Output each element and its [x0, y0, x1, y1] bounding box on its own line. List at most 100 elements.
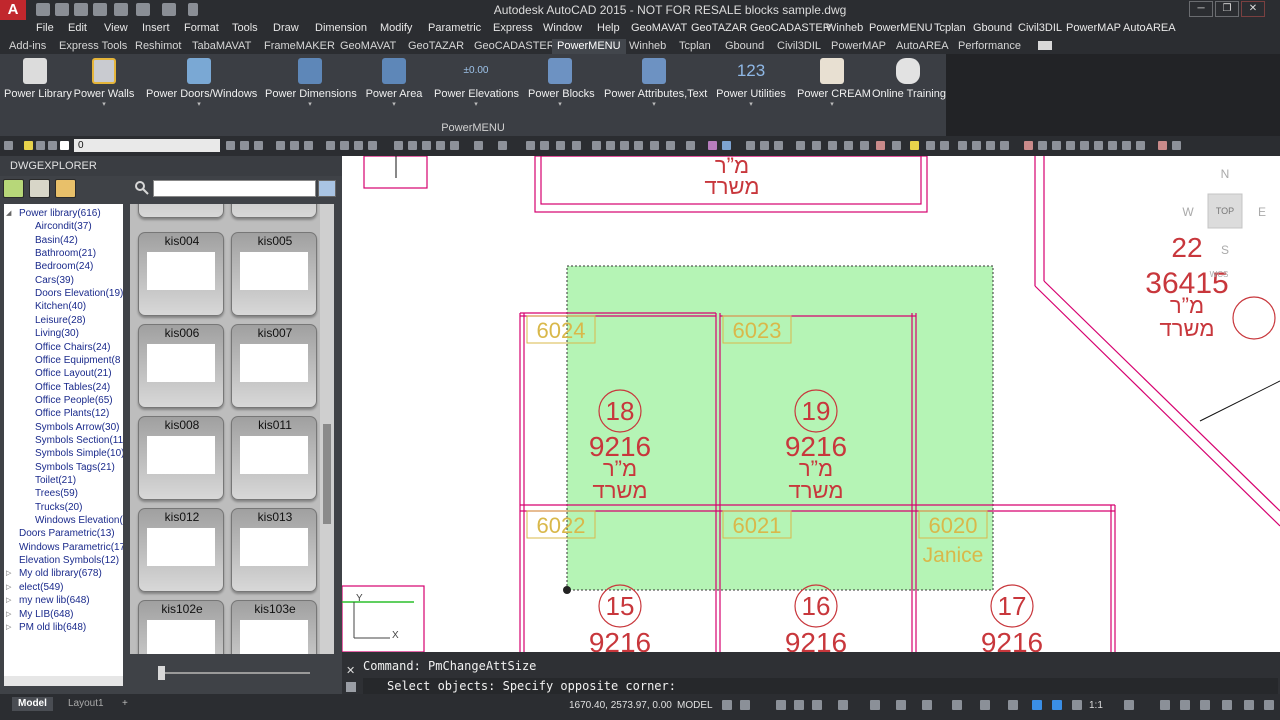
save-icon[interactable]: [74, 3, 88, 16]
block-thumbnail[interactable]: kis011: [231, 416, 317, 500]
plugin-icon[interactable]: [1108, 141, 1117, 150]
plugin-icon[interactable]: [722, 141, 731, 150]
menu-express[interactable]: Express: [493, 22, 533, 34]
ribbon-panel-title[interactable]: PowerMENU: [0, 122, 946, 134]
tree-item[interactable]: Leisure(28): [35, 314, 86, 327]
plugin-icon[interactable]: [812, 141, 821, 150]
tree-item[interactable]: Symbols Tags(21): [35, 461, 115, 474]
clean-screen-icon[interactable]: [1222, 700, 1232, 710]
add-icon[interactable]: [1160, 700, 1170, 710]
tree-item[interactable]: Living(30): [35, 327, 79, 340]
block-thumbnail[interactable]: kis004: [138, 232, 224, 316]
tree-item[interactable]: Kitchen(40): [35, 300, 86, 313]
plugin-icon[interactable]: [926, 141, 935, 150]
tree-item[interactable]: Doors Parametric(13): [19, 527, 115, 540]
tree-item[interactable]: Power library(616): [19, 207, 101, 220]
snap-icon[interactable]: [740, 700, 750, 710]
tree-item[interactable]: Windows Elevation(: [35, 514, 123, 527]
tree-item[interactable]: Trucks(20): [35, 501, 82, 514]
tree-item[interactable]: Elevation Symbols(12): [19, 554, 119, 567]
tree-item[interactable]: Office Chairs(24): [35, 341, 110, 354]
menu-draw[interactable]: Draw: [273, 22, 299, 34]
undo-icon[interactable]: [474, 141, 483, 150]
calculator-icon[interactable]: [666, 141, 675, 150]
pan-icon[interactable]: [526, 141, 535, 150]
search-go-icon[interactable]: [318, 180, 336, 197]
cut-icon[interactable]: [394, 141, 403, 150]
tool-palettes-icon[interactable]: [620, 141, 629, 150]
menu-geocadaster[interactable]: GeoCADASTER: [750, 22, 831, 34]
tree-item[interactable]: My old library(678): [19, 567, 102, 580]
customize-icon[interactable]: [346, 682, 356, 692]
plugin-icon[interactable]: [796, 141, 805, 150]
plugin-icon[interactable]: [844, 141, 853, 150]
tree-item[interactable]: Office People(65): [35, 394, 113, 407]
menu-powermenu[interactable]: PowerMENU: [869, 22, 933, 34]
plugin-icon[interactable]: [1172, 141, 1181, 150]
tree-item[interactable]: Bedroom(24): [35, 260, 93, 273]
tab-powermap[interactable]: PowerMAP: [826, 39, 891, 54]
tree-collapsed-icon[interactable]: ▷: [6, 594, 14, 607]
annotation-scale-icon[interactable]: [1072, 700, 1082, 710]
block-thumbnail[interactable]: kis007: [231, 324, 317, 408]
tree-item[interactable]: Aircondit(37): [35, 220, 92, 233]
tree-item[interactable]: Symbols Simple(10): [35, 447, 123, 460]
tab-performance[interactable]: Performance: [953, 39, 1026, 54]
plugin-icon[interactable]: [1038, 141, 1047, 150]
tab-civil3dil[interactable]: Civil3DIL: [772, 39, 826, 54]
plugin-icon[interactable]: [774, 141, 783, 150]
tree-item[interactable]: Office Tables(24): [35, 381, 110, 394]
viewcube-south[interactable]: S: [1221, 243, 1229, 257]
tab-autoarea[interactable]: AutoAREA: [891, 39, 954, 54]
sheet-set-icon[interactable]: [634, 141, 643, 150]
layer-dropdown[interactable]: 0: [74, 139, 220, 152]
menu-geotazar[interactable]: GeoTAZAR: [691, 22, 747, 34]
plot-icon[interactable]: [326, 141, 335, 150]
coordinates-readout[interactable]: 1670.40, 2573.97, 0.00: [569, 700, 672, 711]
plugin-icon[interactable]: [760, 141, 769, 150]
plugin-icon[interactable]: [986, 141, 995, 150]
design-center-icon[interactable]: [606, 141, 615, 150]
annotation-visibility-icon[interactable]: [1032, 700, 1042, 710]
block-thumbnail[interactable]: [231, 204, 317, 218]
plugin-icon[interactable]: [860, 141, 869, 150]
help-icon[interactable]: [686, 141, 695, 150]
tree-item[interactable]: Cars(39): [35, 274, 74, 287]
tree-expanded-icon[interactable]: ◢: [6, 207, 14, 220]
block-thumbnail[interactable]: kis005: [231, 232, 317, 316]
tree-horizontal-scrollbar[interactable]: [4, 676, 123, 686]
tree-item[interactable]: My LIB(648): [19, 608, 73, 621]
scrollbar-thumb[interactable]: [323, 424, 331, 524]
menu-tcplan[interactable]: Tcplan: [934, 22, 966, 34]
menu-parametric[interactable]: Parametric: [428, 22, 481, 34]
plugin-icon[interactable]: [1080, 141, 1089, 150]
block-thumbnail[interactable]: kis012: [138, 508, 224, 592]
plugin-icon[interactable]: [1066, 141, 1075, 150]
power-library-button[interactable]: Power Library: [4, 56, 72, 118]
menu-file[interactable]: File: [36, 22, 54, 34]
tab-add-ins[interactable]: Add-ins: [4, 39, 51, 54]
plugin-icon[interactable]: [746, 141, 755, 150]
search-input[interactable]: [153, 180, 316, 197]
power-dimensions-button[interactable]: Power Dimensions ▾: [265, 56, 357, 118]
customize-icon[interactable]: [1264, 700, 1274, 710]
tab-winheb[interactable]: Winheb: [624, 39, 671, 54]
tree-item[interactable]: Doors Elevation(19): [35, 287, 123, 300]
block-thumbnail[interactable]: [138, 204, 224, 218]
power-doors-windows-button[interactable]: Power Doors/Windows ▾: [146, 56, 257, 118]
selection-cycling-icon[interactable]: [952, 700, 962, 710]
plugin-icon[interactable]: [940, 141, 949, 150]
power-attributes-text-button[interactable]: Power Attributes,Text ▾: [604, 56, 707, 118]
folder-back-icon[interactable]: [3, 179, 24, 198]
paste-icon[interactable]: [422, 141, 431, 150]
tree-item[interactable]: Symbols Arrow(30): [35, 421, 119, 434]
save-icon[interactable]: [304, 141, 313, 150]
tab-powermenu[interactable]: PowerMENU: [552, 39, 626, 54]
copy-icon[interactable]: [408, 141, 417, 150]
customize-icon[interactable]: [188, 3, 198, 16]
tab-gbound[interactable]: Gbound: [720, 39, 769, 54]
tree-item[interactable]: elect(549): [19, 581, 63, 594]
tree-item[interactable]: Office Equipment(8: [35, 354, 120, 367]
hardware-acceleration-icon[interactable]: [1200, 700, 1210, 710]
plugin-icon[interactable]: [1000, 141, 1009, 150]
